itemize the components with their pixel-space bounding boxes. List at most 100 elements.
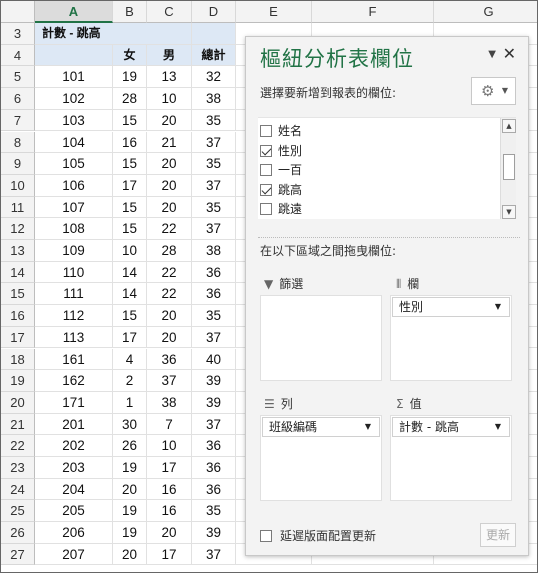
male-count-cell[interactable]: 13 bbox=[147, 66, 192, 89]
row-label-cell[interactable]: 206 bbox=[35, 522, 113, 544]
total-count-cell[interactable]: 37 bbox=[192, 326, 236, 349]
row-header[interactable]: 25 bbox=[1, 500, 35, 523]
female-count-cell[interactable]: 17 bbox=[113, 326, 147, 349]
filter-area[interactable] bbox=[260, 295, 382, 381]
female-count-cell[interactable]: 17 bbox=[113, 174, 147, 197]
rows-item-class-code[interactable]: 班級編碼 ▼ bbox=[262, 417, 380, 437]
total-count-cell[interactable]: 36 bbox=[192, 435, 236, 457]
field-list-scrollbar[interactable]: ▲ ▼ bbox=[500, 118, 516, 219]
total-count-cell[interactable]: 39 bbox=[192, 522, 236, 544]
row-header[interactable]: 26 bbox=[1, 522, 35, 544]
column-header-e[interactable]: E bbox=[236, 1, 312, 23]
male-count-cell[interactable]: 21 bbox=[147, 131, 192, 154]
total-count-cell[interactable]: 35 bbox=[192, 305, 236, 327]
checkbox-icon[interactable] bbox=[260, 203, 272, 215]
male-count-cell[interactable]: 22 bbox=[147, 261, 192, 284]
female-count-cell[interactable]: 15 bbox=[113, 109, 147, 132]
total-count-cell[interactable]: 36 bbox=[192, 283, 236, 306]
scroll-thumb[interactable] bbox=[503, 154, 515, 180]
female-count-cell[interactable]: 15 bbox=[113, 305, 147, 327]
row-header[interactable]: 9 bbox=[1, 153, 35, 175]
total-count-cell[interactable]: 37 bbox=[192, 174, 236, 197]
row-label-cell[interactable]: 102 bbox=[35, 88, 113, 110]
male-count-cell[interactable]: 20 bbox=[147, 174, 192, 197]
male-count-cell[interactable]: 20 bbox=[147, 109, 192, 132]
row-header[interactable]: 19 bbox=[1, 370, 35, 392]
male-count-cell[interactable]: 10 bbox=[147, 88, 192, 110]
male-count-cell[interactable]: 16 bbox=[147, 500, 192, 523]
row-label-cell[interactable]: 207 bbox=[35, 543, 113, 566]
column-label-female[interactable]: 女 bbox=[113, 44, 147, 67]
chevron-down-icon[interactable]: ▼ bbox=[495, 298, 501, 316]
male-count-cell[interactable]: 37 bbox=[147, 370, 192, 392]
total-count-cell[interactable]: 32 bbox=[192, 66, 236, 89]
total-count-cell[interactable]: 37 bbox=[192, 543, 236, 566]
tools-gear-button[interactable]: ⚙ ▼ bbox=[471, 77, 516, 105]
male-count-cell[interactable]: 20 bbox=[147, 522, 192, 544]
pivot-value-label[interactable]: 計數 - 跳高 bbox=[35, 23, 147, 45]
row-header[interactable]: 6 bbox=[1, 88, 35, 110]
column-label-total[interactable]: 總計 bbox=[192, 44, 236, 67]
female-count-cell[interactable]: 16 bbox=[113, 131, 147, 154]
row-header[interactable]: 13 bbox=[1, 240, 35, 262]
female-count-cell[interactable]: 28 bbox=[113, 88, 147, 110]
field-item[interactable]: 姓名 bbox=[260, 122, 302, 141]
row-label-cell[interactable]: 104 bbox=[35, 131, 113, 154]
columns-area[interactable]: 性別 ▼ bbox=[390, 295, 512, 381]
row-label-cell[interactable]: 108 bbox=[35, 218, 113, 240]
row-header[interactable]: 27 bbox=[1, 543, 35, 566]
row-label-cell[interactable]: 111 bbox=[35, 283, 113, 306]
cell[interactable] bbox=[192, 23, 236, 45]
values-item-count[interactable]: 計數 - 跳高 ▼ bbox=[392, 417, 510, 437]
row-label-cell[interactable]: 202 bbox=[35, 435, 113, 457]
male-count-cell[interactable]: 22 bbox=[147, 218, 192, 240]
female-count-cell[interactable]: 15 bbox=[113, 153, 147, 175]
field-item[interactable]: 一百 bbox=[260, 161, 302, 180]
row-header[interactable]: 15 bbox=[1, 283, 35, 306]
total-count-cell[interactable]: 37 bbox=[192, 413, 236, 436]
columns-item-gender[interactable]: 性別 ▼ bbox=[392, 297, 510, 317]
total-count-cell[interactable]: 35 bbox=[192, 109, 236, 132]
female-count-cell[interactable]: 14 bbox=[113, 261, 147, 284]
checkbox-icon[interactable] bbox=[260, 530, 272, 542]
female-count-cell[interactable]: 15 bbox=[113, 196, 147, 219]
total-count-cell[interactable]: 35 bbox=[192, 500, 236, 523]
row-label-cell[interactable]: 106 bbox=[35, 174, 113, 197]
male-count-cell[interactable]: 16 bbox=[147, 478, 192, 501]
female-count-cell[interactable]: 26 bbox=[113, 435, 147, 457]
female-count-cell[interactable]: 19 bbox=[113, 522, 147, 544]
checkbox-icon[interactable] bbox=[260, 144, 272, 157]
male-count-cell[interactable]: 22 bbox=[147, 283, 192, 306]
row-label-cell[interactable]: 113 bbox=[35, 326, 113, 349]
scroll-down-icon[interactable]: ▼ bbox=[502, 205, 516, 219]
chevron-down-icon[interactable]: ▼ bbox=[365, 418, 371, 436]
values-area[interactable]: 計數 - 跳高 ▼ bbox=[390, 415, 512, 501]
total-count-cell[interactable]: 39 bbox=[192, 370, 236, 392]
row-header[interactable]: 11 bbox=[1, 196, 35, 219]
male-count-cell[interactable]: 10 bbox=[147, 435, 192, 457]
column-header-c[interactable]: C bbox=[147, 1, 192, 23]
male-count-cell[interactable]: 17 bbox=[147, 457, 192, 479]
row-header[interactable]: 10 bbox=[1, 174, 35, 197]
rows-area[interactable]: 班級編碼 ▼ bbox=[260, 415, 382, 501]
row-label-cell[interactable]: 103 bbox=[35, 109, 113, 132]
total-count-cell[interactable]: 38 bbox=[192, 88, 236, 110]
row-label-cell[interactable]: 112 bbox=[35, 305, 113, 327]
row-label-cell[interactable]: 105 bbox=[35, 153, 113, 175]
column-header-f[interactable]: F bbox=[312, 1, 434, 23]
column-label-male[interactable]: 男 bbox=[147, 44, 192, 67]
female-count-cell[interactable]: 19 bbox=[113, 457, 147, 479]
female-count-cell[interactable]: 15 bbox=[113, 218, 147, 240]
female-count-cell[interactable]: 20 bbox=[113, 543, 147, 566]
female-count-cell[interactable]: 2 bbox=[113, 370, 147, 392]
column-header-a[interactable]: A bbox=[35, 1, 113, 23]
row-header[interactable]: 21 bbox=[1, 413, 35, 436]
row-header[interactable]: 3 bbox=[1, 23, 35, 45]
row-header[interactable]: 18 bbox=[1, 348, 35, 371]
row-header[interactable]: 16 bbox=[1, 305, 35, 327]
column-header-b[interactable]: B bbox=[113, 1, 147, 23]
pane-options-chevron-icon[interactable]: ▼ bbox=[488, 49, 496, 60]
cell[interactable] bbox=[147, 23, 192, 45]
female-count-cell[interactable]: 14 bbox=[113, 283, 147, 306]
row-header[interactable]: 14 bbox=[1, 261, 35, 284]
